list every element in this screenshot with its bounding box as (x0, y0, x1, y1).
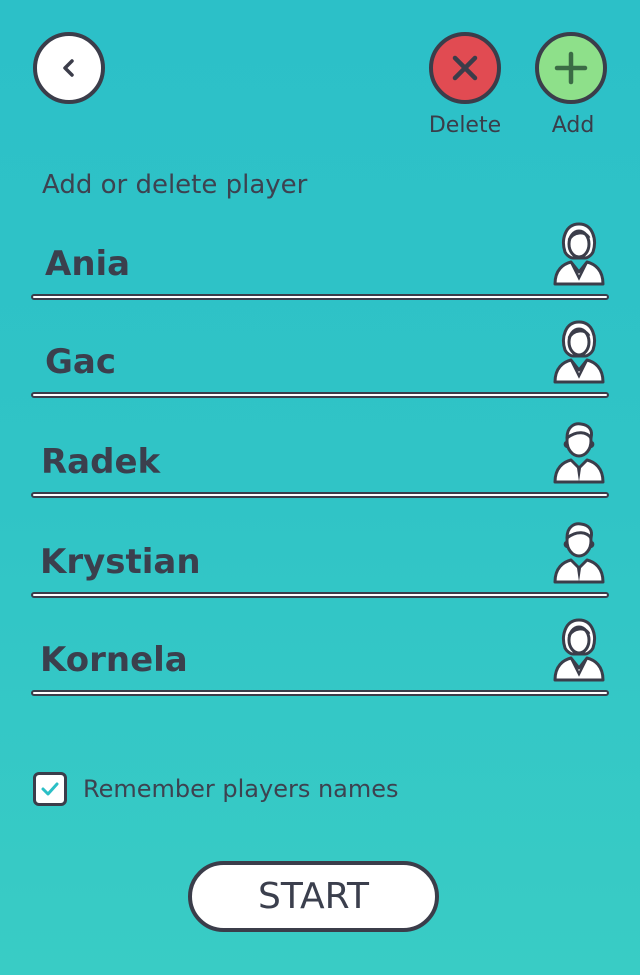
player-name[interactable]: Krystian (40, 542, 201, 582)
section-title: Add or delete player (42, 170, 308, 200)
player-name[interactable]: Ania (45, 244, 130, 284)
add-label: Add (551, 113, 595, 138)
male-avatar-icon (551, 518, 607, 584)
remember-checkbox[interactable] (33, 772, 67, 806)
back-button[interactable] (33, 32, 105, 104)
player-name[interactable]: Gac (45, 342, 116, 382)
female-avatar-icon (551, 616, 607, 682)
player-row[interactable]: Ania (31, 220, 609, 300)
start-button[interactable]: START (188, 861, 439, 932)
player-underline (31, 392, 609, 398)
close-icon (452, 55, 478, 81)
player-underline (31, 690, 609, 696)
plus-icon (554, 51, 588, 85)
checkmark-icon (41, 782, 59, 796)
male-avatar-icon (551, 418, 607, 484)
delete-player-button[interactable] (429, 32, 501, 104)
player-row[interactable]: Kornela (31, 616, 609, 696)
remember-row: Remember players names (33, 772, 399, 806)
player-row[interactable]: Radek (31, 418, 609, 498)
player-underline (31, 294, 609, 300)
player-name[interactable]: Kornela (40, 640, 188, 680)
add-player-button[interactable] (535, 32, 607, 104)
player-row[interactable]: Gac (31, 318, 609, 398)
player-underline (31, 592, 609, 598)
player-row[interactable]: Krystian (31, 518, 609, 598)
remember-label: Remember players names (83, 775, 399, 803)
delete-label: Delete (428, 113, 502, 138)
chevron-left-icon (63, 59, 74, 77)
player-underline (31, 492, 609, 498)
player-name[interactable]: Radek (41, 442, 160, 482)
female-avatar-icon (551, 318, 607, 384)
female-avatar-icon (551, 220, 607, 286)
